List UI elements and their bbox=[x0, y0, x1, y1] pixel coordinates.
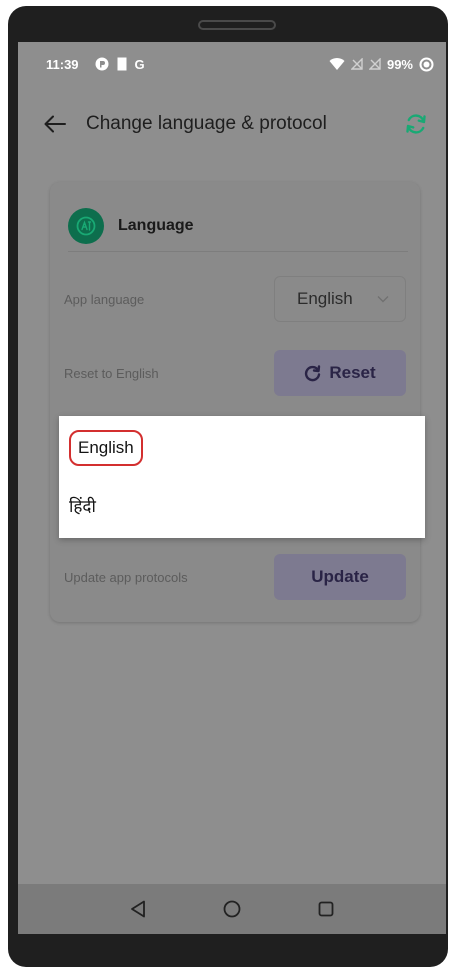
status-time: 11:39 bbox=[46, 56, 79, 72]
language-icon bbox=[68, 207, 104, 244]
sim-card-icon bbox=[117, 57, 127, 71]
circle-home-icon bbox=[223, 900, 241, 918]
status-bar: 11:39 G 99% bbox=[18, 42, 446, 86]
update-button-label: Update bbox=[311, 567, 369, 586]
speaker-grille bbox=[198, 20, 276, 30]
phone-frame: 11:39 G 99% Change language & protocol L… bbox=[8, 6, 448, 967]
carrier-letter: G bbox=[134, 56, 145, 72]
update-button[interactable]: Update bbox=[274, 554, 406, 600]
battery-saver-icon bbox=[419, 57, 434, 72]
reload-icon bbox=[305, 364, 321, 381]
reset-label: Reset to English bbox=[64, 365, 159, 381]
app-language-row: App language English bbox=[64, 276, 406, 322]
triangle-back-icon bbox=[131, 900, 145, 918]
language-card: Language App language English Reset to E… bbox=[50, 182, 420, 622]
dropdown-option-english[interactable]: English bbox=[69, 430, 143, 466]
app-language-value: English bbox=[297, 289, 353, 308]
reset-button-label: Reset bbox=[329, 363, 376, 382]
app-language-label: App language bbox=[64, 291, 145, 307]
no-signal-icon bbox=[350, 58, 363, 70]
wifi-icon bbox=[329, 57, 345, 71]
language-dropdown: English हिंदी bbox=[59, 416, 425, 538]
battery-percent: 99% bbox=[386, 56, 413, 72]
dropdown-option-hindi[interactable]: हिंदी bbox=[69, 494, 96, 517]
nav-back-button[interactable] bbox=[127, 898, 149, 920]
reset-row: Reset to English Reset bbox=[64, 350, 406, 396]
arrow-left-icon bbox=[44, 115, 66, 133]
status-right: 99% bbox=[329, 57, 434, 72]
app-bar: Change language & protocol bbox=[18, 102, 446, 146]
protocol-row: Update app protocols Update bbox=[64, 554, 406, 600]
card-title: Language bbox=[118, 216, 194, 234]
nav-home-button[interactable] bbox=[221, 898, 243, 920]
page-title: Change language & protocol bbox=[86, 113, 327, 134]
reset-button[interactable]: Reset bbox=[274, 350, 406, 396]
app-language-select[interactable]: English bbox=[274, 276, 406, 322]
chevron-down-icon bbox=[377, 295, 389, 303]
navigation-bar bbox=[18, 884, 446, 934]
status-left: 11:39 G bbox=[46, 57, 145, 72]
no-signal-icon-2 bbox=[368, 58, 381, 70]
square-recents-icon bbox=[318, 901, 334, 917]
app-notification-icon bbox=[95, 57, 109, 71]
nav-recents-button[interactable] bbox=[315, 898, 337, 920]
refresh-button[interactable] bbox=[402, 110, 430, 138]
refresh-icon bbox=[406, 114, 426, 134]
screen: 11:39 G 99% Change language & protocol L… bbox=[18, 42, 446, 934]
protocol-label: Update app protocols bbox=[64, 569, 188, 585]
back-button[interactable] bbox=[42, 111, 68, 137]
card-header: Language bbox=[68, 200, 408, 252]
